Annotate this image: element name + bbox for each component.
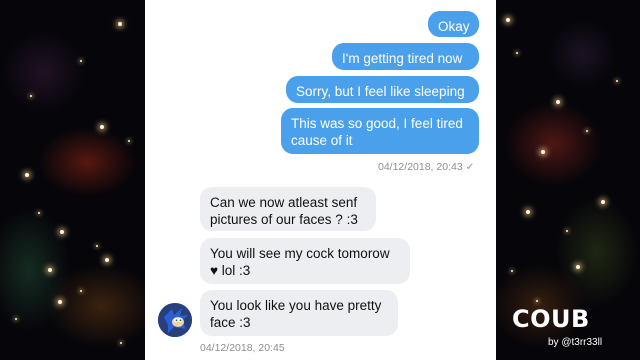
incoming-message: You will see my cock tomorow ♥ lol :3	[200, 238, 410, 284]
read-check-icon: ✓	[465, 161, 475, 173]
incoming-message: You look like you have pretty face :3	[200, 290, 398, 336]
avatar[interactable]	[158, 303, 192, 337]
received-timestamp: 04/12/2018, 20:45	[200, 342, 285, 354]
sent-timestamp: 04/12/2018, 20:43 ✓	[378, 161, 475, 173]
outgoing-message: Sorry, but I feel like sleeping	[286, 76, 479, 103]
outgoing-message: I'm getting tired now	[332, 43, 479, 70]
hedgehog-avatar-icon	[158, 303, 192, 337]
chat-panel: Okay I'm getting tired now Sorry, but I …	[145, 0, 496, 360]
coub-logo: COUB	[512, 305, 590, 333]
outgoing-message: Okay	[428, 11, 479, 37]
background-left-galaxy	[0, 0, 145, 360]
incoming-message: Can we now atleast senf pictures of our …	[200, 187, 376, 231]
outgoing-message: This was so good, I feel tired cause of …	[281, 108, 479, 154]
coub-author: by @t3rr33ll	[548, 337, 603, 348]
